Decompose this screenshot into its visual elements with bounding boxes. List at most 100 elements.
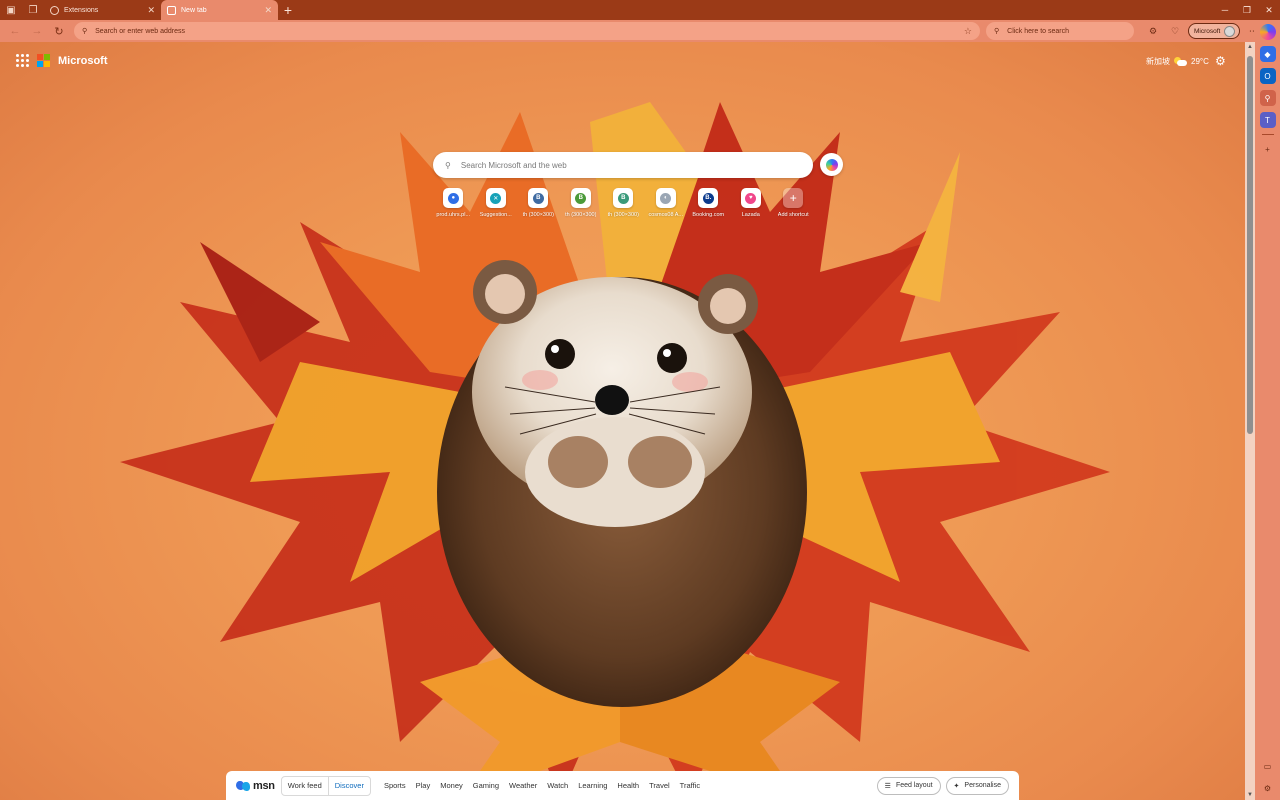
booking-icon: B. [698, 188, 719, 208]
address-bar[interactable]: ⚲ Search or enter web address ☆ [74, 22, 980, 40]
scrollbar-thumb[interactable] [1247, 56, 1253, 434]
search-icon: ⚲ [82, 28, 88, 35]
msn-nav-health[interactable]: Health [612, 781, 644, 790]
forward-button[interactable]: → [26, 20, 48, 42]
close-window-icon[interactable]: ✕ [1258, 0, 1280, 20]
shortcut-tile[interactable]: Bth (300×300) [602, 188, 645, 218]
extensions-puzzle-icon[interactable]: ⚙ [1144, 22, 1162, 40]
tab-extensions[interactable]: Extensions ✕ [44, 0, 161, 20]
b-badge-icon: B [613, 188, 634, 208]
weather-widget[interactable]: 新加坡 29°C [1146, 56, 1209, 67]
copilot-button[interactable] [820, 153, 843, 176]
close-icon[interactable]: ✕ [147, 5, 155, 16]
search-icon: ⚲ [445, 160, 451, 170]
shortcut-glyph: ✕ [490, 192, 502, 204]
msn-nav-gaming[interactable]: Gaming [468, 781, 504, 790]
shortcut-glyph: B [532, 192, 544, 204]
shortcut-tile[interactable]: Bth (300×300) [560, 188, 603, 218]
shortcut-label: Lazada [741, 212, 760, 218]
shortcut-label: th (300×300) [565, 212, 597, 218]
sparkle-icon: ✦ [953, 782, 960, 790]
feed-layout-button[interactable]: ☰ Feed layout [876, 776, 941, 795]
msn-nav-money[interactable]: Money [435, 781, 468, 790]
shortcut-label: Suggestion... [479, 212, 512, 218]
feed-option-discover[interactable]: Discover [327, 776, 370, 795]
weather-location: 新加坡 [1146, 57, 1170, 66]
new-tab-button[interactable]: + [278, 0, 298, 20]
scroll-up-icon[interactable]: ▲ [1246, 44, 1254, 50]
msn-wordmark: msn [253, 779, 275, 792]
msn-logo[interactable]: msn [236, 780, 275, 792]
shortcut-tile[interactable]: B. Booking.com [687, 188, 730, 218]
browser-essentials-icon[interactable]: ♡ [1166, 22, 1184, 40]
shortcut-label: Add shortcut [777, 212, 809, 218]
shortcut-glyph: B [617, 192, 629, 204]
new-tab-page: Microsoft 新加坡 29°C ⚙ ⚲ Search Microsoft … [0, 42, 1245, 800]
add-app-icon[interactable]: + [1260, 141, 1276, 157]
tab-actions-icon[interactable]: ❐ [22, 0, 44, 20]
minimize-icon[interactable]: ─ [1214, 0, 1236, 20]
close-icon[interactable]: ✕ [264, 5, 272, 16]
weather-temp: 29° [1191, 57, 1204, 66]
back-button[interactable]: ← [4, 20, 26, 42]
msn-nav-play[interactable]: Play [411, 781, 436, 790]
screenshot-icon[interactable]: ▭ [1260, 758, 1276, 774]
uhrs-icon: ● [443, 188, 464, 208]
msn-nav-travel[interactable]: Travel [644, 781, 675, 790]
msn-nav-learning[interactable]: Learning [573, 781, 612, 790]
copilot-icon[interactable] [1259, 24, 1276, 40]
apps-launcher-icon[interactable] [16, 54, 29, 67]
avatar [1224, 25, 1236, 37]
microsoft-logo-icon [37, 54, 50, 67]
page-header: Microsoft [16, 54, 108, 67]
msn-nav-sports[interactable]: Sports [379, 781, 411, 790]
outlook-icon[interactable]: O [1259, 68, 1276, 84]
b-badge-icon: B [570, 188, 591, 208]
toolbar-search-box[interactable]: ⚲ Click here to search [986, 22, 1134, 40]
toolbar-search-placeholder: Click here to search [1007, 27, 1069, 35]
edge-sidebar: ◆ O ⚲ T + ▭ ⚙ [1255, 20, 1280, 800]
shortcut-tile[interactable]: + Add shortcut [772, 188, 815, 218]
scroll-down-icon[interactable]: ▼ [1246, 792, 1254, 798]
shortcut-label: prod.uhrs.pl... [436, 212, 471, 218]
shortcut-tile[interactable]: ◐ cosmos08 A... [645, 188, 688, 218]
web-search-input[interactable]: ⚲ Search Microsoft and the web [433, 152, 813, 178]
profile-button[interactable]: Microsoft [1188, 23, 1241, 39]
teams-icon[interactable]: T [1259, 112, 1276, 128]
personalise-button[interactable]: ✦ Personalise [945, 776, 1009, 795]
feed-option-work[interactable]: Work feed [282, 777, 328, 795]
tab-strip: ▣ ❐ Extensions ✕ New tab ✕ + ─ ❐ ✕ [0, 0, 1280, 20]
feed-toggle: Work feed Discover [280, 775, 371, 796]
copilot-icon [825, 158, 838, 171]
shortcut-tile[interactable]: Bth (300×300) [517, 188, 560, 218]
refresh-button[interactable]: ↻ [48, 20, 70, 42]
workspaces-icon[interactable]: ▣ [0, 0, 22, 20]
shortcut-label: Booking.com [692, 212, 725, 218]
microsoft-brand: Microsoft [58, 54, 108, 67]
tab-new-tab[interactable]: New tab ✕ [161, 0, 278, 20]
shortcut-label: th (300×300) [522, 212, 554, 218]
suggestion-icon: ✕ [485, 188, 506, 208]
cosmos-icon: ◐ [655, 188, 676, 208]
sidebar-search-icon[interactable]: ⚲ [1259, 90, 1276, 106]
shortcut-tile[interactable]: ● prod.uhrs.pl... [432, 188, 475, 218]
shortcut-glyph: ♥ [745, 192, 757, 204]
shortcut-tile[interactable]: ✕ Suggestion... [475, 188, 518, 218]
partly-cloudy-icon [1174, 57, 1187, 66]
msn-nav-watch[interactable]: Watch [542, 781, 573, 790]
profile-label: Microsoft [1194, 27, 1221, 35]
feed-layout-label: Feed layout [895, 782, 933, 789]
msn-nav-weather[interactable]: Weather [504, 781, 542, 790]
msn-nav-traffic[interactable]: Traffic [675, 781, 705, 790]
restore-icon[interactable]: ❐ [1236, 0, 1258, 20]
page-scrollbar[interactable]: ▲ ▼ [1245, 42, 1255, 800]
shortcut-tile[interactable]: ♥ Lazada [730, 188, 773, 218]
weather-unit: C [1203, 57, 1209, 66]
page-settings-gear-icon[interactable]: ⚙ [1215, 54, 1226, 68]
quick-links: ● prod.uhrs.pl... ✕ Suggestion... Bth (300×3… [432, 188, 815, 218]
sliders-icon: ☰ [884, 782, 891, 790]
discover-icon[interactable]: ◆ [1259, 46, 1276, 62]
sidebar-settings-icon[interactable]: ⚙ [1260, 780, 1276, 796]
new-tab-icon [167, 5, 176, 15]
favorite-star-icon[interactable]: ☆ [964, 26, 972, 37]
